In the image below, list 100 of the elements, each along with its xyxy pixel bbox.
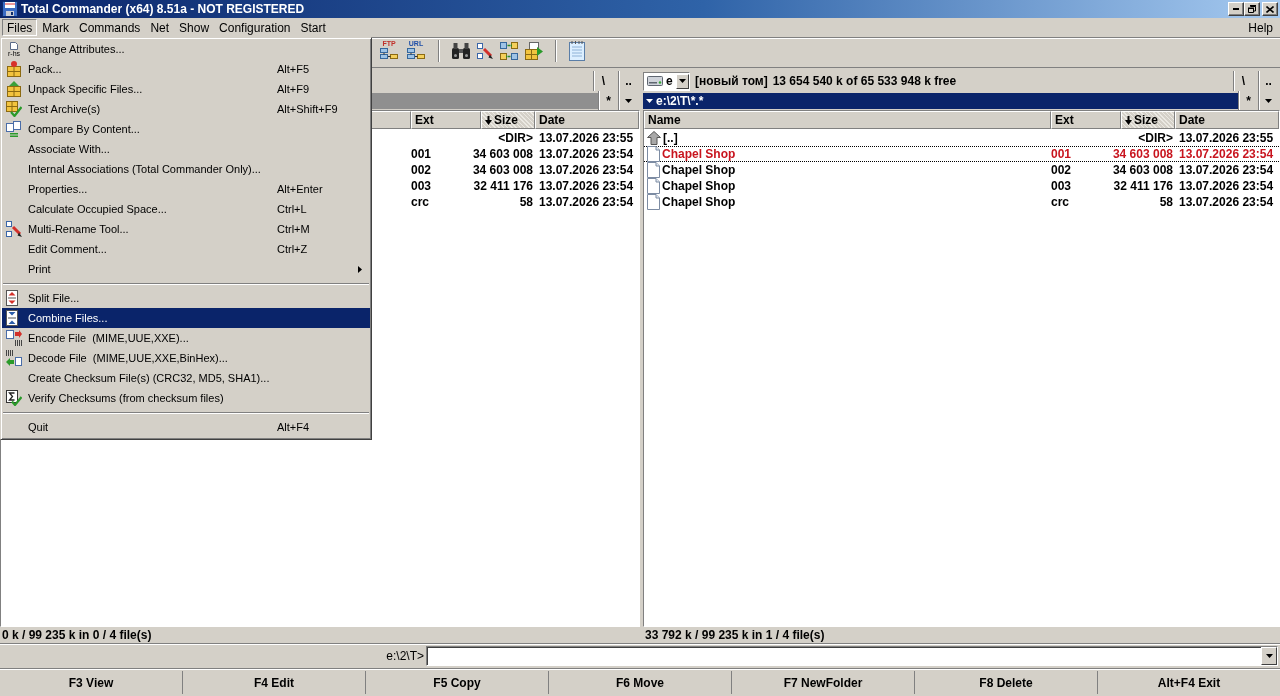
column-header[interactable]: Ext: [411, 111, 481, 129]
package-icon: [6, 61, 22, 77]
menu-bar-item[interactable]: Commands: [74, 19, 146, 36]
caret-icon: [1265, 654, 1273, 658]
menu-item[interactable]: Test Archive(s) Alt+Shift+F9: [2, 99, 370, 119]
menu-item[interactable]: Associate With...: [2, 139, 370, 159]
nav-button[interactable]: \: [593, 71, 613, 91]
column-header[interactable]: Date: [1175, 111, 1279, 129]
package-arrow-icon[interactable]: [525, 42, 543, 60]
drive-selector[interactable]: e: [643, 71, 690, 91]
menu-bar-item[interactable]: Show: [174, 19, 215, 36]
sigma-check-icon: [6, 390, 22, 406]
function-key-button[interactable]: F6 Move: [549, 671, 732, 694]
window-title: Total Commander (x64) 8.51a - NOT REGISTERED: [21, 2, 305, 16]
file-icon: [647, 194, 660, 210]
column-header[interactable]: Size: [481, 111, 535, 129]
notepad-icon[interactable]: [569, 41, 585, 61]
minimize-button[interactable]: [1228, 2, 1244, 16]
menu-item[interactable]: Decode File (MIME,UUE,XXE,BinHex)...: [2, 348, 370, 368]
file-icon: [647, 178, 660, 194]
file-row[interactable]: Chapel Shop 002 34 603 008 13.07.2026 23:54: [644, 162, 1279, 178]
document-arrow-icon: [6, 330, 22, 346]
menu-bar-item[interactable]: Mark: [37, 19, 74, 36]
ext-cell-text: 002: [411, 163, 433, 177]
menu-item[interactable]: Combine Files...: [2, 308, 370, 328]
date-cell-text: 13.07.2026 23:54: [538, 163, 635, 177]
documents-pencil-icon[interactable]: [477, 43, 493, 59]
menu-item[interactable]: Encode File (MIME,UUE,XXE)...: [2, 328, 370, 348]
menu-item[interactable]: Internal Associations (Total Commander Only)...: [2, 159, 370, 179]
sort-arrow-icon: [485, 115, 492, 125]
minimize-icon: [1233, 8, 1239, 10]
nav-button[interactable]: \: [1233, 71, 1253, 91]
command-input[interactable]: [426, 646, 1278, 666]
network-icon: [380, 48, 398, 59]
drive-icon: [647, 76, 663, 86]
documents-pencil-icon: [6, 221, 22, 237]
menu-bar-item[interactable]: Help: [1243, 19, 1278, 36]
package-check-icon: [6, 101, 22, 117]
history-caret-icon: [646, 99, 653, 103]
menu-item[interactable]: Pack... Alt+F5: [2, 59, 370, 79]
date-cell-text: 13.07.2026 23:55: [538, 131, 635, 145]
caret-icon: [1265, 99, 1272, 103]
boxes-arrows-icon[interactable]: [500, 42, 518, 60]
function-key-button[interactable]: F7 NewFolder: [732, 671, 915, 694]
close-button[interactable]: [1262, 2, 1278, 16]
path-bar[interactable]: e:\2\T\*.*: [643, 93, 1238, 109]
file-row[interactable]: Chapel Shop crc 58 13.07.2026 23:54: [644, 194, 1279, 210]
menu-item[interactable]: Create Checksum File(s) (CRC32, MD5, SHA1)...: [2, 368, 370, 388]
nav-button[interactable]: ..: [618, 71, 638, 91]
column-header[interactable]: Name: [644, 111, 1051, 129]
column-header[interactable]: Size: [1121, 111, 1175, 129]
network-icon: [407, 48, 425, 59]
up-arrow-icon: [647, 131, 661, 145]
date-cell-text: 13.07.2026 23:54: [538, 179, 635, 193]
size-cell-text: 58: [518, 195, 534, 209]
menu-item[interactable]: Verify Checksums (from checksum files): [2, 388, 370, 408]
menu-bar-item[interactable]: Net: [145, 19, 175, 36]
file-row[interactable]: Chapel Shop 003 32 411 176 13.07.2026 23:54: [644, 178, 1279, 194]
file-row[interactable]: [..] <DIR> 13.07.2026 23:55: [644, 130, 1279, 146]
column-header[interactable]: Ext: [1051, 111, 1121, 129]
restore-button[interactable]: [1244, 2, 1260, 16]
date-cell-text: 13.07.2026 23:54: [538, 195, 635, 209]
menu-bar-item[interactable]: Configuration: [214, 19, 296, 36]
menu-item[interactable]: Unpack Specific Files... Alt+F9: [2, 79, 370, 99]
free-space-text: 13 654 540 k of 65 533 948 k free: [772, 74, 957, 88]
menu-item[interactable]: Calculate Occupied Space... Ctrl+L: [2, 199, 370, 219]
menu-item[interactable]: Edit Comment... Ctrl+Z: [2, 239, 370, 259]
ext-cell-text: 001: [411, 147, 433, 161]
document-arrows-icon: [6, 310, 18, 326]
nav-button[interactable]: ..: [1258, 71, 1278, 91]
function-key-button[interactable]: F5 Copy: [366, 671, 549, 694]
volume-label: [новый том]: [695, 74, 768, 88]
path-text: e:\2\T\*.*: [656, 94, 704, 108]
binoculars-icon[interactable]: [452, 43, 470, 59]
menu-item[interactable]: Split File...: [2, 288, 370, 308]
menu-item[interactable]: Multi-Rename Tool... Ctrl+M: [2, 219, 370, 239]
submenu-arrow-icon: [358, 265, 362, 273]
package-arrow-icon: [6, 81, 22, 97]
size-cell-text: 34 603 008: [471, 147, 534, 161]
status-text: 33 792 k / 99 235 k in 1 / 4 file(s): [644, 627, 826, 643]
function-key-button[interactable]: F8 Delete: [915, 671, 1098, 694]
menu-item[interactable]: Quit Alt+F4: [2, 417, 370, 437]
size-cell-text: 32 411 176: [472, 179, 534, 193]
file-row[interactable]: Chapel Shop 001 34 603 008 13.07.2026 23:54: [644, 146, 1279, 162]
menu-bar-item[interactable]: Start: [295, 19, 331, 36]
menu-item[interactable]: Properties... Alt+Enter: [2, 179, 370, 199]
size-cell-text: <DIR>: [497, 131, 534, 145]
menu-item[interactable]: Compare By Content...: [2, 119, 370, 139]
prompt-label: e:\2\T>: [385, 649, 425, 663]
history-dropdown-button[interactable]: [1261, 647, 1277, 665]
file-icon: [647, 162, 660, 178]
restore-icon: [1248, 5, 1256, 13]
document-arrow-icon: [6, 350, 22, 366]
column-header[interactable]: Date: [535, 111, 639, 129]
caret-icon: [678, 79, 686, 83]
function-key-button[interactable]: F4 Edit: [183, 671, 366, 694]
date-cell-text: 13.07.2026 23:54: [538, 147, 635, 161]
menu-item[interactable]: Print: [2, 259, 370, 279]
status-text: 0 k / 99 235 k in 0 / 4 file(s): [1, 627, 153, 643]
menu-bar-item[interactable]: Files: [2, 19, 38, 36]
